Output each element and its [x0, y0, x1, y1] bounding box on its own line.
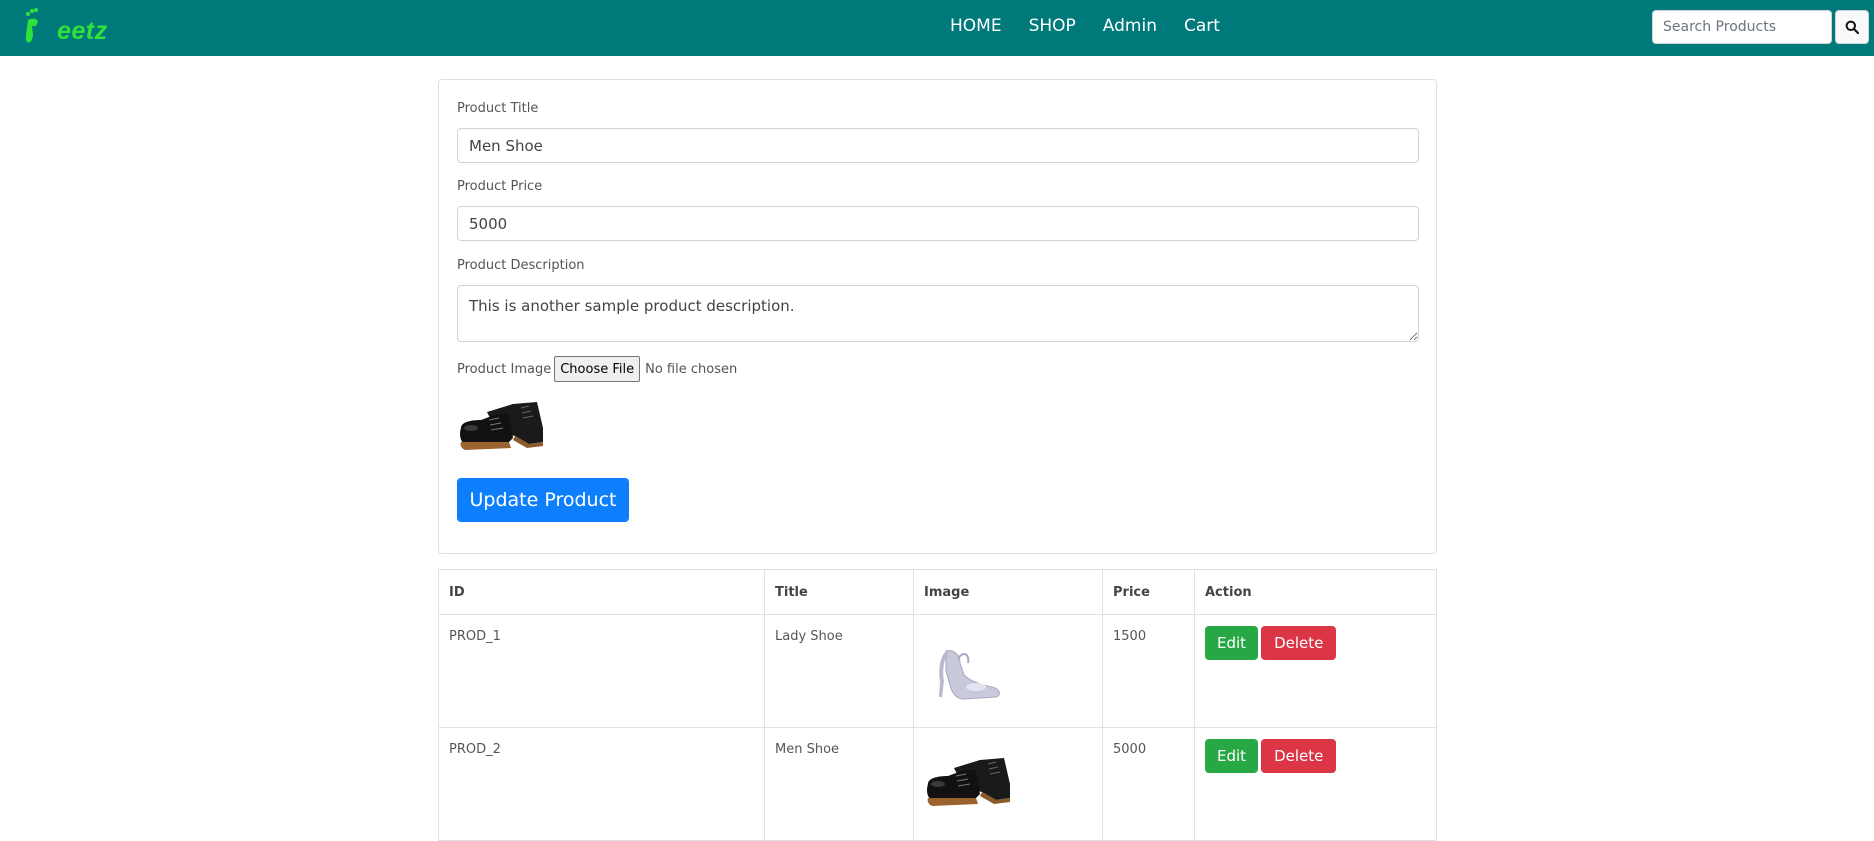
edit-button[interactable]: Edit	[1205, 626, 1259, 660]
product-id-cell: PROD_2	[438, 727, 765, 841]
lady-shoe-image	[939, 650, 1000, 700]
table-row: PROD_1 Lady Shoe 1500 Edit Delete	[438, 614, 1437, 728]
product-id-cell: PROD_1	[438, 614, 765, 728]
product-price-input[interactable]	[457, 206, 1419, 241]
nav-admin-link[interactable]: Admin	[1103, 15, 1157, 37]
product-description-textarea[interactable]: This is another sample product descripti…	[457, 285, 1419, 342]
navbar: eetz HOME SHOP Admin Cart	[0, 0, 1874, 56]
choose-file-button[interactable]: Choose File	[554, 356, 641, 382]
column-header-action: Action	[1194, 569, 1437, 615]
search-input[interactable]	[1652, 10, 1832, 44]
footprint-icon	[25, 8, 38, 43]
product-title-input[interactable]	[457, 128, 1419, 163]
search-icon	[1845, 20, 1859, 34]
search-form	[1652, 10, 1869, 44]
product-description-label: Product Description	[457, 258, 585, 273]
product-price-cell: 5000	[1102, 727, 1195, 841]
product-price-label: Product Price	[457, 179, 543, 194]
main-nav: HOME SHOP Admin Cart	[950, 15, 1247, 37]
delete-button[interactable]: Delete	[1261, 739, 1337, 773]
table-row: PROD_2 Men Shoe 5000 Edit Delete	[438, 727, 1437, 841]
product-title-cell: Lady Shoe	[764, 614, 914, 728]
nav-shop-link[interactable]: SHOP	[1029, 15, 1076, 37]
column-header-id: ID	[438, 569, 765, 615]
delete-button[interactable]: Delete	[1261, 626, 1337, 660]
product-image-preview	[457, 398, 545, 456]
men-shoe-image	[460, 402, 543, 450]
nav-cart-link[interactable]: Cart	[1184, 15, 1220, 37]
edit-button[interactable]: Edit	[1205, 739, 1259, 773]
column-header-title: Title	[764, 569, 914, 615]
product-action-cell: Edit Delete	[1194, 727, 1437, 841]
table-header-row: ID Title Image Price Action	[438, 569, 1437, 615]
product-price-cell: 1500	[1102, 614, 1195, 728]
column-header-image: Image	[913, 569, 1103, 615]
products-table: ID Title Image Price Action PROD_1 Lady …	[438, 569, 1437, 841]
brand-name: eetz	[57, 17, 108, 45]
product-image-cell	[913, 727, 1103, 841]
nav-home-link[interactable]: HOME	[950, 15, 1002, 37]
product-image-label: Product Image	[457, 361, 552, 377]
product-title-cell: Men Shoe	[764, 727, 914, 841]
edit-product-form: Product Title Product Price Product Desc…	[438, 79, 1437, 554]
brand-logo[interactable]: eetz	[24, 6, 107, 50]
men-shoe-image	[927, 758, 1010, 806]
product-image-field: Product Image Choose File No file chosen	[457, 356, 737, 382]
column-header-price: Price	[1102, 569, 1195, 615]
product-image-cell	[913, 614, 1103, 728]
product-action-cell: Edit Delete	[1194, 614, 1437, 728]
search-button[interactable]	[1835, 10, 1869, 44]
update-product-button[interactable]: Update Product	[457, 478, 629, 522]
product-title-label: Product Title	[457, 101, 539, 116]
file-status-text: No file chosen	[645, 361, 738, 377]
